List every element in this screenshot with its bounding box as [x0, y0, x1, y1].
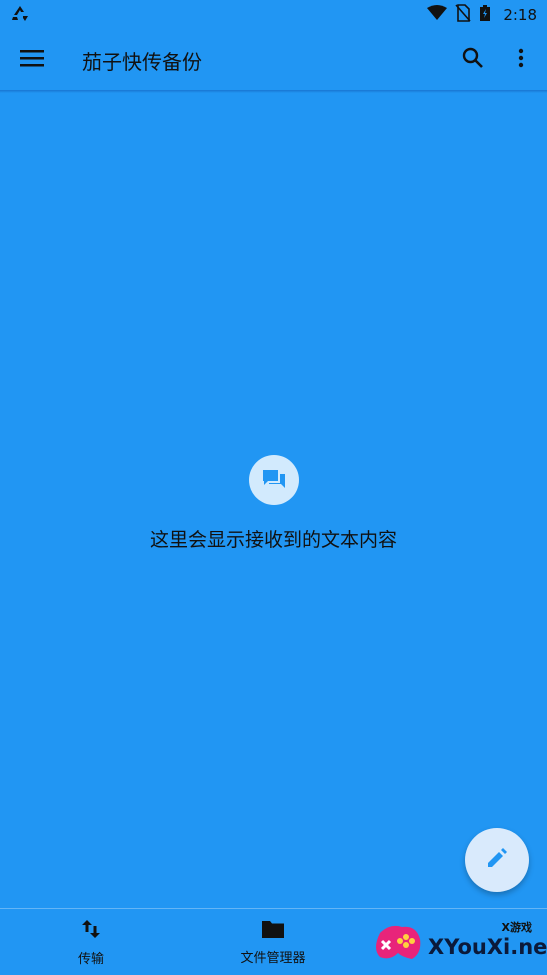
more-vert-icon — [518, 48, 524, 72]
empty-state-text: 这里会显示接收到的文本内容 — [149, 529, 397, 551]
watermark: X游戏 XYouXi.net — [372, 915, 547, 971]
nav-item-file-manager[interactable]: 文件管理器 — [182, 909, 364, 975]
status-bar: 2:18 — [0, 0, 547, 30]
menu-icon — [20, 49, 44, 71]
swap-vert-icon — [81, 918, 101, 944]
watermark-text: XYouXi.net — [428, 935, 547, 959]
recycle-icon — [10, 4, 30, 26]
nav-label-transfer: 传输 — [77, 951, 104, 967]
battery-icon — [479, 4, 491, 26]
nav-label-file-manager: 文件管理器 — [240, 950, 306, 966]
nav-item-transfer[interactable]: 传输 — [0, 909, 182, 975]
search-icon — [462, 47, 484, 73]
menu-button[interactable] — [8, 36, 56, 84]
status-time: 2:18 — [503, 6, 537, 24]
no-sim-icon — [455, 4, 471, 26]
watermark-small-text: X游戏 — [501, 921, 532, 934]
gamepad-logo-icon — [372, 919, 424, 971]
edit-pencil-icon — [486, 847, 508, 873]
empty-state: 这里会显示接收到的文本内容 — [0, 455, 547, 552]
search-button[interactable] — [449, 36, 497, 84]
app-title: 茄子快传备份 — [82, 49, 202, 74]
chat-bubbles-icon — [248, 455, 299, 505]
compose-fab[interactable] — [465, 828, 529, 892]
app-bar-shadow — [0, 90, 547, 93]
more-options-button[interactable] — [497, 36, 545, 84]
folder-icon — [261, 919, 285, 943]
app-bar: 茄子快传备份 — [0, 30, 547, 90]
wifi-icon — [427, 5, 448, 25]
